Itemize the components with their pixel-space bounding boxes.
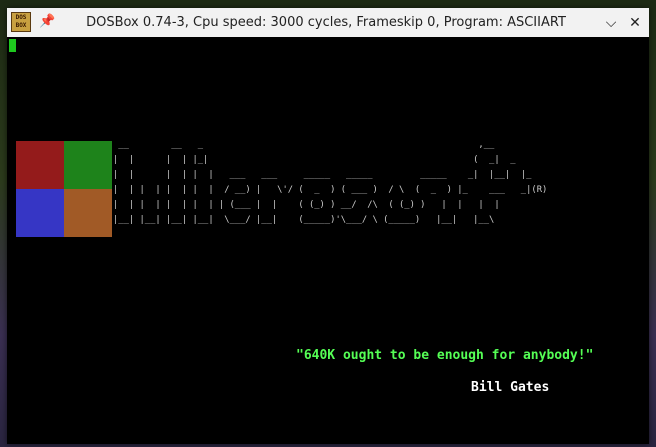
- dosbox-window: DOS BOX 📌 DOSBox 0.74-3, Cpu speed: 3000…: [7, 8, 649, 444]
- window-title: DOSBox 0.74-3, Cpu speed: 3000 cycles, F…: [86, 15, 566, 30]
- chevron-down-icon[interactable]: ⌵: [600, 12, 622, 34]
- quote-author: Bill Gates: [471, 380, 550, 395]
- logo-square-green: [64, 141, 112, 189]
- logo-square-red: [16, 141, 64, 189]
- pin-icon[interactable]: 📌: [39, 14, 55, 30]
- logo-square-blue: [16, 189, 64, 237]
- text-cursor: [9, 39, 16, 52]
- title-bar[interactable]: DOS BOX 📌 DOSBox 0.74-3, Cpu speed: 3000…: [7, 8, 649, 38]
- ascii-art-logo: __ __ _ ,__ | | | | |_| ( _| _ | | | | |…: [113, 140, 548, 225]
- logo-square-orange: [64, 189, 112, 237]
- dosbox-app-icon[interactable]: DOS BOX: [11, 12, 31, 32]
- close-icon[interactable]: ✕: [624, 12, 646, 34]
- dos-screen[interactable]: __ __ _ ,__ | | | | |_| ( _| _ | | | | |…: [7, 37, 649, 444]
- quote-text: "640K ought to be enough for anybody!": [296, 348, 594, 363]
